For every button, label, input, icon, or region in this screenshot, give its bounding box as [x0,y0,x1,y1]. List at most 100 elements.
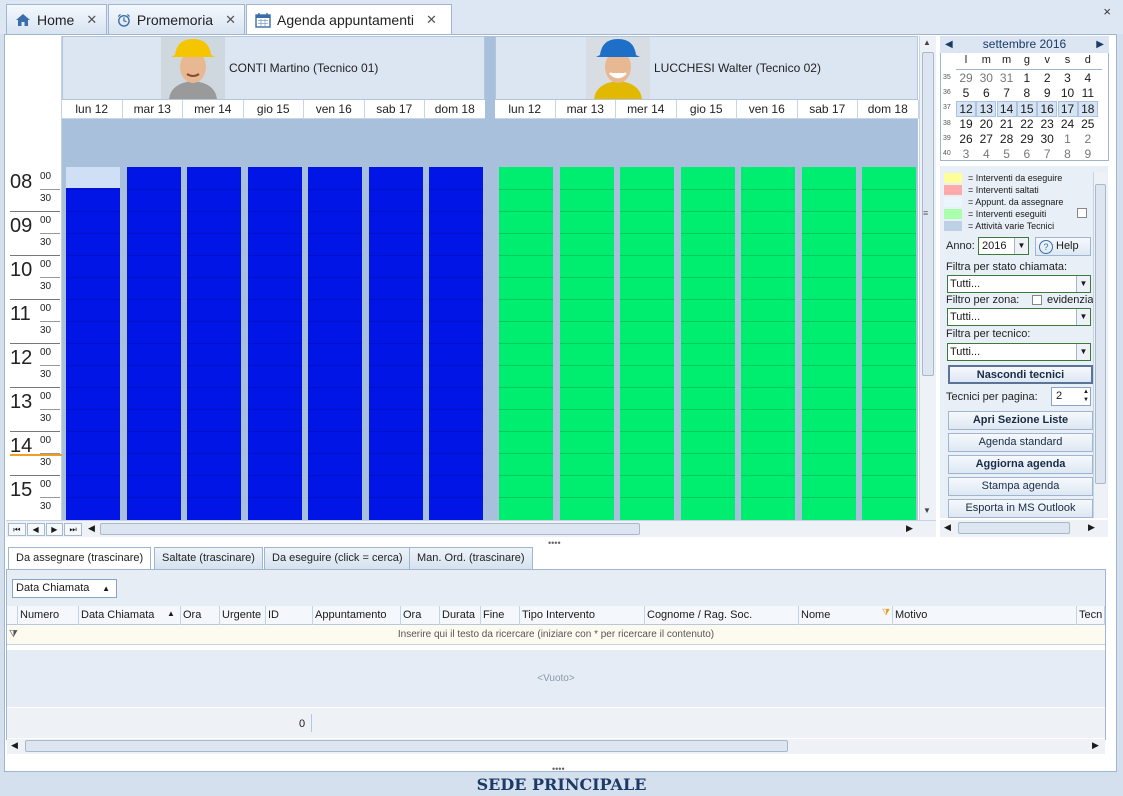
scroll-right-arrow-icon[interactable]: ▶ [1088,522,1095,533]
free-column[interactable] [499,167,553,520]
calendar-day[interactable]: 8 [1058,147,1078,161]
calendar-day[interactable]: 7 [1037,147,1057,161]
calendar-day[interactable]: 26 [956,132,976,146]
calendar-day[interactable]: 29 [956,71,976,85]
calendar-day[interactable]: 7 [997,86,1017,100]
day-header[interactable]: ven 16 [304,100,365,119]
day-header[interactable]: ven 16 [737,100,798,119]
filter-zona-select[interactable]: Tutti... ▼ [947,308,1091,326]
calendar-day[interactable]: 23 [1037,117,1057,131]
tab-man-ord[interactable]: Man. Ord. (trascinare) [409,547,533,569]
calendar-day[interactable]: 1 [1058,132,1078,146]
aggiorna-agenda-button[interactable]: Aggiorna agenda [948,455,1093,474]
calendar-day[interactable]: 2 [1078,132,1098,146]
calendar-day[interactable]: 20 [976,117,996,131]
resource-header-conti[interactable]: CONTI Martino (Tecnico 01) [62,36,485,100]
filter-tecnico-select[interactable]: Tutti... ▼ [947,343,1091,361]
scroll-right-arrow-icon[interactable]: ▶ [906,523,913,534]
day-header[interactable]: gio 15 [676,100,737,119]
scroll-left-arrow-icon[interactable]: ◀ [11,740,18,751]
column-header[interactable]: Ora [181,606,220,625]
day-header[interactable]: mer 14 [183,100,244,119]
column-header[interactable]: Tecn [1077,606,1105,625]
legend-checkbox[interactable] [1077,208,1087,218]
day-header[interactable]: dom 18 [858,100,919,119]
column-header[interactable]: Appuntamento [313,606,401,625]
calendar-day[interactable]: 22 [1017,117,1037,131]
close-icon[interactable]: ✕ [426,12,437,28]
calendar-day[interactable]: 28 [997,132,1017,146]
next-page-button[interactable]: ▶ [45,523,64,536]
column-header[interactable]: Urgente [220,606,266,625]
free-column[interactable] [741,167,795,520]
calendar-day[interactable]: 30 [976,71,996,85]
busy-column[interactable] [247,167,302,520]
day-header[interactable]: dom 18 [425,100,486,119]
calendar-day[interactable]: 25 [1078,117,1098,131]
calendar-day[interactable]: 17 [1057,101,1078,118]
column-header[interactable]: Ora [401,606,440,625]
panel-hscrollbar[interactable]: ◀ ▶ [940,520,1108,537]
all-day-area[interactable] [495,119,918,167]
calendar-day[interactable]: 10 [1058,86,1078,100]
calendar-day[interactable]: 4 [1078,71,1098,85]
calendar-day[interactable]: 31 [997,71,1017,85]
filter-icon[interactable]: ⧩ [882,607,890,618]
busy-column[interactable] [126,167,181,520]
tab-saltate[interactable]: Saltate (trascinare) [154,547,263,569]
scroll-thumb[interactable] [100,523,640,535]
scroll-left-arrow-icon[interactable]: ◀ [944,522,951,533]
calendar-day[interactable]: 4 [976,147,996,161]
calendar-day[interactable]: 18 [1077,101,1098,118]
filter-stato-select[interactable]: Tutti... ▼ [947,275,1091,293]
calendar-day[interactable]: 21 [997,117,1017,131]
calendar-day[interactable]: 6 [1017,147,1037,161]
day-header[interactable]: lun 12 [495,100,556,119]
calendar-day[interactable]: 29 [1017,132,1037,146]
tab-agenda-appuntamenti[interactable]: Agenda appuntamenti ✕ [246,4,452,35]
calendar-day[interactable]: 2 [1037,71,1057,85]
group-chip-data-chiamata[interactable]: Data Chiamata ▲ [12,579,117,598]
tecnici-per-pagina-stepper[interactable]: 2 ▲ ▼ [1051,387,1091,406]
nascondi-tecnici-button[interactable]: Nascondi tecnici [948,365,1093,384]
calendar-day[interactable]: 3 [956,147,976,161]
day-header[interactable]: gio 15 [243,100,304,119]
column-header[interactable]: Data Chiamata [79,606,181,625]
close-icon[interactable]: ✕ [86,12,97,28]
free-column[interactable] [680,167,735,520]
busy-column[interactable] [429,167,483,520]
all-day-area[interactable] [62,119,485,167]
calendar-day[interactable]: 9 [1037,86,1057,100]
calendar-day[interactable]: 14 [996,101,1017,118]
column-header[interactable]: Nome [799,606,893,625]
day-header[interactable]: lun 12 [62,100,123,119]
tab-promemoria[interactable]: Promemoria ✕ [108,4,245,34]
panel-vscrollbar[interactable] [1093,172,1107,518]
scroll-left-arrow-icon[interactable]: ◀ [88,523,95,534]
tab-da-eseguire[interactable]: Da eseguire (click = cerca) [264,547,411,569]
filter-row[interactable]: ⧩ Inserire qui il testo da ricercare (in… [7,625,1105,645]
free-slot[interactable] [66,167,120,188]
apri-sezione-liste-button[interactable]: Apri Sezione Liste [948,411,1093,430]
day-header[interactable]: mer 14 [616,100,677,119]
calendar-day[interactable]: 6 [976,86,996,100]
esporta-outlook-button[interactable]: Esporta in MS Outlook [948,499,1093,518]
help-button[interactable]: ? Help [1035,237,1091,256]
calendar-day[interactable]: 19 [956,117,976,131]
busy-column[interactable] [308,167,362,520]
previous-page-button[interactable]: ◀ [26,523,45,536]
close-all-icon[interactable]: × [1103,4,1111,19]
column-header[interactable]: Durata [440,606,481,625]
calendar-day[interactable]: 5 [997,147,1017,161]
column-header[interactable]: Motivo [893,606,1077,625]
calendar-day[interactable]: 11 [1078,86,1098,100]
day-header[interactable]: sab 17 [797,100,858,119]
free-column[interactable] [862,167,916,520]
evidenzia-checkbox[interactable] [1032,295,1042,305]
calendar-day[interactable]: 3 [1058,71,1078,85]
calendar-day[interactable]: 15 [1016,101,1037,118]
tab-home[interactable]: Home ✕ [6,4,107,34]
last-page-button[interactable]: ⏭ [64,523,82,536]
close-icon[interactable]: ✕ [225,12,236,28]
busy-column[interactable] [368,167,423,520]
